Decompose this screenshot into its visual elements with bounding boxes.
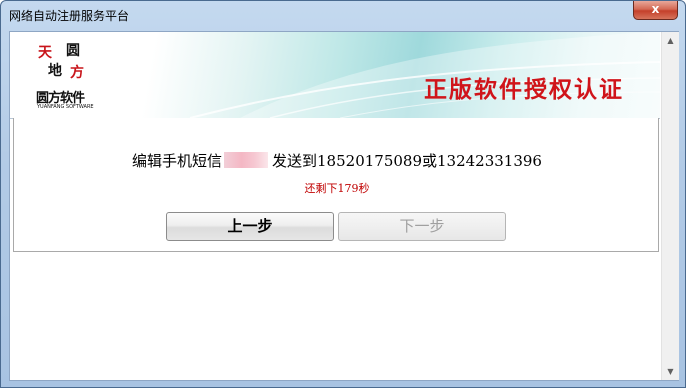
banner-title: 正版软件授权认证 <box>424 76 624 103</box>
logo-char-tian: 天 <box>38 45 52 61</box>
sms-instruction-suffix: 发送到18520175089或13242331396 <box>272 152 542 170</box>
logo-char-fang: 方 <box>70 65 84 81</box>
banner: 天 圆 地 方 圆方软件 YUANFANG SOFTWARE 正版软件授权认证 <box>10 32 660 119</box>
content-panel: 编辑手机短信 发送到18520175089或13242331396 还剩下179秒… <box>13 118 659 252</box>
countdown-text: 还剩下179秒 <box>304 182 370 195</box>
dialog-window: 网络自动注册服务平台 x 天 圆 地 方 圆方软件 YUANFANG SOFTW… <box>0 0 686 388</box>
window-title: 网络自动注册服务平台 <box>9 9 130 23</box>
scroll-down-icon[interactable]: ▼ <box>662 363 679 380</box>
logo-char-yuan: 圆 <box>66 43 80 59</box>
previous-step-button[interactable]: 上一步 <box>166 212 334 241</box>
redacted-code <box>224 152 269 168</box>
vertical-scrollbar[interactable]: ▲ ▼ <box>661 32 679 380</box>
next-step-button[interactable]: 下一步 <box>338 212 506 241</box>
close-button[interactable]: x <box>633 1 678 20</box>
client-area: 天 圆 地 方 圆方软件 YUANFANG SOFTWARE 正版软件授权认证 … <box>9 31 679 381</box>
scroll-up-icon[interactable]: ▲ <box>662 32 679 49</box>
sms-instruction: 编辑手机短信 发送到18520175089或13242331396 <box>14 150 660 171</box>
logo-subtitle: YUANFANG SOFTWARE <box>37 104 94 110</box>
logo-char-di: 地 <box>48 63 62 79</box>
title-bar[interactable]: 网络自动注册服务平台 x <box>1 1 686 31</box>
close-icon: x <box>651 2 660 16</box>
sms-instruction-prefix: 编辑手机短信 <box>132 152 223 170</box>
company-logo: 天 圆 地 方 圆方软件 YUANFANG SOFTWARE <box>34 41 102 111</box>
